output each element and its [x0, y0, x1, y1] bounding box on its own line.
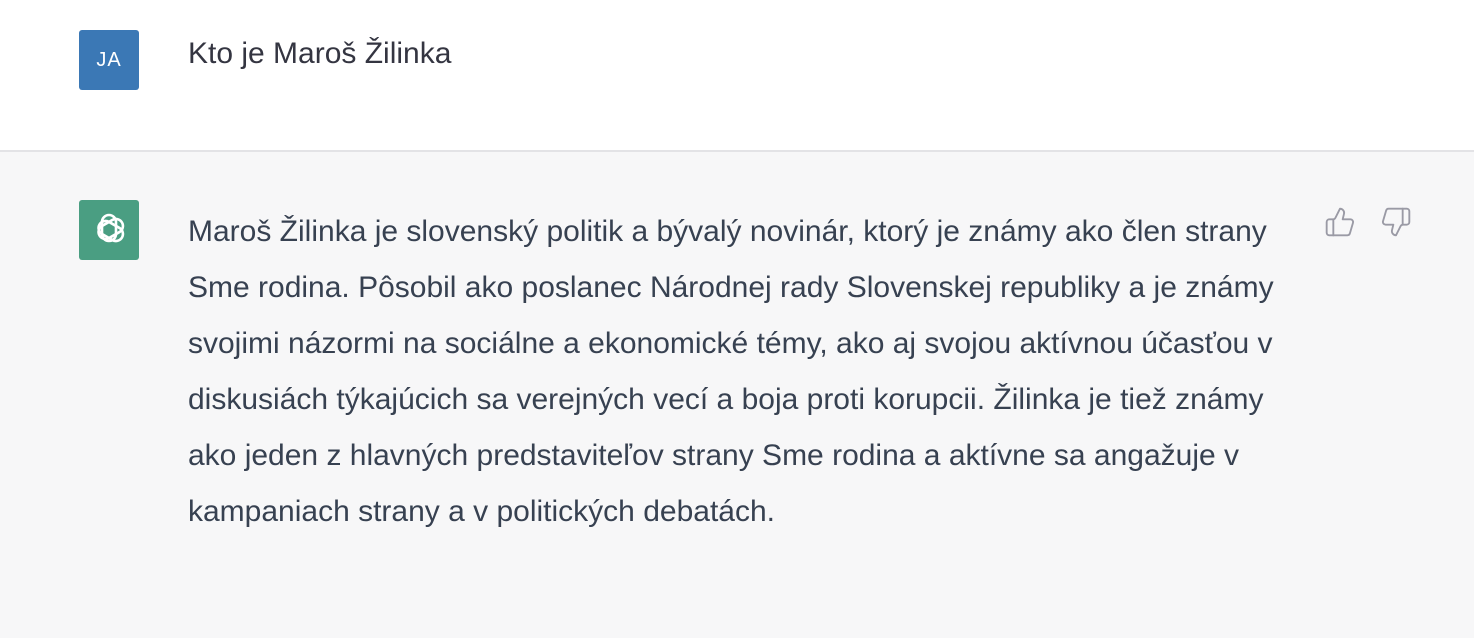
user-message-text: Kto je Maroš Žilinka [188, 37, 452, 70]
assistant-avatar [79, 200, 139, 260]
thumbs-down-icon [1382, 207, 1411, 237]
assistant-message-text: Maroš Žilinka je slovenský politik a býv… [188, 215, 1274, 528]
thumbs-down-button[interactable] [1378, 204, 1414, 240]
user-message-row: JA Kto je Maroš Žilinka [0, 0, 1474, 152]
user-avatar: JA [79, 30, 139, 90]
user-avatar-initials: JA [96, 48, 122, 71]
assistant-message-row: Maroš Žilinka je slovenský politik a býv… [0, 152, 1474, 638]
thumbs-up-button[interactable] [1322, 204, 1358, 240]
openai-logo-icon [97, 213, 125, 243]
thumbs-up-icon [1325, 207, 1354, 237]
